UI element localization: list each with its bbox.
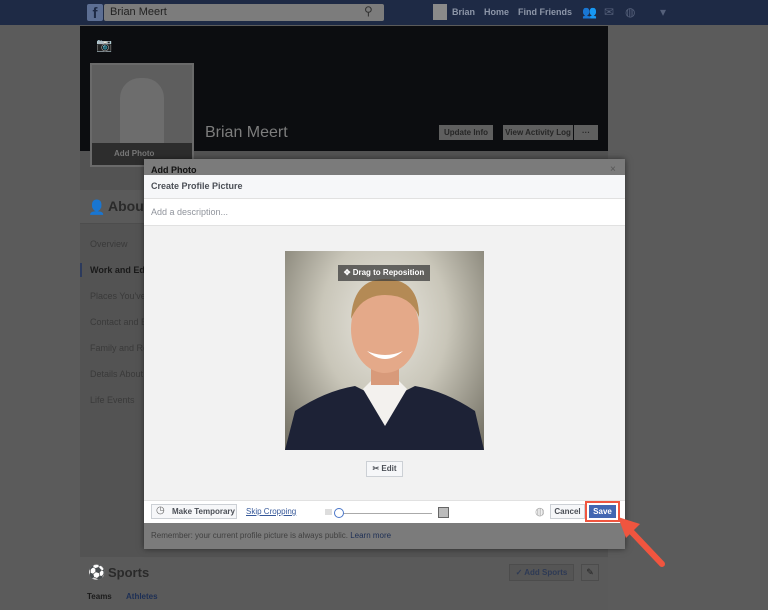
add-sports-label: Add Sports <box>524 568 568 577</box>
sidebar-item-details[interactable]: Details About <box>90 369 143 379</box>
notifications-globe-icon[interactable]: ◍ <box>625 5 635 19</box>
privacy-globe-icon[interactable]: ◍ <box>535 505 545 518</box>
nav-find-friends-link[interactable]: Find Friends <box>518 7 572 17</box>
zoom-slider[interactable] <box>340 513 432 514</box>
person-icon: 👤 <box>88 199 106 215</box>
nav-home-link[interactable]: Home <box>484 7 509 17</box>
dialog-title: Add Photo <box>151 165 197 175</box>
settings-dropdown-icon[interactable]: ▾ <box>660 5 666 19</box>
close-icon[interactable]: × <box>610 164 616 175</box>
drag-label-text: Drag to Reposition <box>352 268 425 277</box>
clock-icon: ◷ <box>156 505 165 516</box>
sidebar-item-places[interactable]: Places You've <box>90 291 146 301</box>
edit-button[interactable]: ✂ Edit <box>366 461 403 477</box>
small-image-icon <box>325 509 332 515</box>
sidebar-item-family[interactable]: Family and Re <box>90 343 148 353</box>
nav-profile-link[interactable]: Brian <box>452 7 475 17</box>
silhouette-icon <box>120 78 164 148</box>
about-title: About <box>108 198 149 214</box>
cancel-button[interactable]: Cancel <box>550 504 585 519</box>
learn-more-link[interactable]: Learn more <box>350 531 391 540</box>
search-icon[interactable]: ⚲ <box>364 4 373 18</box>
edit-label: Edit <box>381 464 397 473</box>
pencil-icon[interactable]: ✎ <box>581 564 599 581</box>
privacy-note-text: Remember: your current profile picture i… <box>151 531 348 540</box>
description-input[interactable]: Add a description... <box>144 199 625 226</box>
avatar[interactable] <box>433 4 447 20</box>
sports-title: Sports <box>108 565 150 580</box>
more-button[interactable]: ··· <box>574 125 598 140</box>
tab-teams[interactable]: Teams <box>87 592 112 601</box>
facebook-logo[interactable]: f <box>87 4 103 22</box>
friend-requests-icon[interactable]: 👥 <box>582 5 597 19</box>
sidebar-item-overview[interactable]: Overview <box>90 239 128 249</box>
dialog-header: Create Profile Picture <box>144 175 625 199</box>
active-indicator <box>80 263 82 277</box>
update-info-button[interactable]: Update Info <box>439 125 493 140</box>
skip-cropping-link[interactable]: Skip Cropping <box>246 507 296 516</box>
large-image-icon <box>438 507 449 518</box>
sidebar-item-contact[interactable]: Contact and B <box>90 317 147 327</box>
messages-icon[interactable]: ✉ <box>604 5 614 19</box>
sports-ball-icon: ⚽ <box>88 564 106 580</box>
zoom-slider-handle[interactable] <box>334 508 344 518</box>
red-arrow-annotation <box>618 517 665 567</box>
tab-athletes[interactable]: Athletes <box>126 592 158 601</box>
drag-to-reposition-label[interactable]: ✥ Drag to Reposition <box>338 265 430 281</box>
sidebar-item-life-events[interactable]: Life Events <box>90 395 135 405</box>
sidebar-item-work-education[interactable]: Work and Ed <box>90 265 145 275</box>
privacy-note: Remember: your current profile picture i… <box>151 531 391 540</box>
camera-icon[interactable]: 📷 <box>96 37 112 53</box>
add-sports-button[interactable]: ✓ Add Sports <box>509 564 574 581</box>
view-activity-log-button[interactable]: View Activity Log <box>503 125 573 140</box>
profile-name: Brian Meert <box>205 124 288 141</box>
search-input[interactable]: Brian Meert <box>104 4 384 21</box>
